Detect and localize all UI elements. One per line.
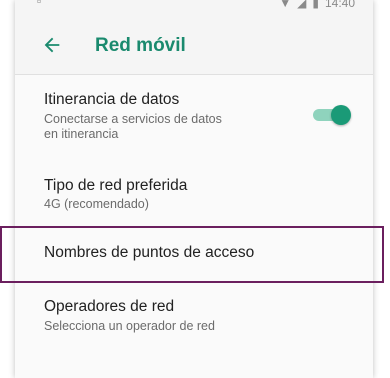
setting-preferred-network[interactable]: Tipo de red preferida 4G (recomendado) [15, 152, 373, 224]
data-roaming-toggle[interactable] [311, 105, 351, 125]
battery-icon: ▮ [312, 0, 319, 10]
signal-icon: ◢ [297, 0, 307, 10]
setting-subtitle-line2: en itinerancia [44, 127, 119, 141]
status-icons: ▼ ◢ ▮ 14:40 [279, 0, 355, 10]
back-arrow-icon[interactable] [41, 34, 63, 56]
wifi-icon: ▼ [279, 0, 292, 10]
page-title: Red móvil [95, 35, 186, 56]
setting-network-operators[interactable]: Operadores de red Selecciona un operador… [15, 284, 373, 354]
phone-screen: ▫ ▼ ◢ ▮ 14:40 Red móvil Itinerancia de d… [15, 0, 373, 378]
setting-subtitle: 4G (recomendado) [44, 197, 149, 211]
toggle-thumb [331, 105, 351, 125]
setting-data-roaming[interactable]: Itinerancia de datos Conectarse a servic… [15, 75, 373, 152]
setting-title: Operadores de red [44, 298, 175, 315]
status-time: 14:40 [324, 0, 355, 10]
setting-title: Itinerancia de datos [44, 91, 180, 108]
setting-subtitle: Conectarse a servicios de datos [44, 112, 222, 126]
setting-subtitle: Selecciona un operador de red [44, 319, 215, 333]
status-bar: ▫ ▼ ◢ ▮ 14:40 [15, 0, 373, 18]
app-bar: Red móvil [15, 18, 373, 75]
setting-title: Tipo de red preferida [44, 177, 188, 194]
notification-icon: ▫ [37, 0, 42, 8]
highlight-box [0, 226, 384, 283]
